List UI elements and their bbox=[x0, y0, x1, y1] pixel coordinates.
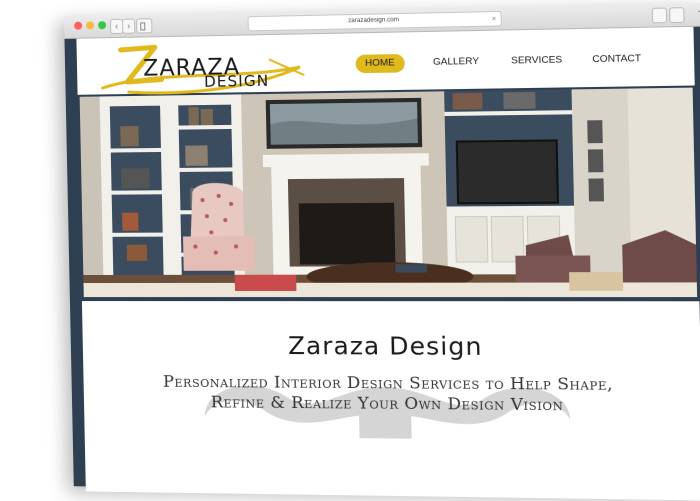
logo-line-2: DESIGN bbox=[204, 72, 270, 91]
hero-photo bbox=[80, 88, 698, 297]
tabs-icon[interactable] bbox=[669, 7, 685, 23]
sidebar-toggle-icon[interactable] bbox=[136, 18, 152, 33]
address-bar[interactable]: zarazadesign.com × bbox=[248, 11, 502, 31]
browser-window: ‹ › zarazadesign.com × + ZARAZA DESIGN H… bbox=[64, 2, 700, 495]
web-page: ZARAZA DESIGN HOME GALLERY SERVICES CONT… bbox=[64, 27, 700, 496]
url-text: zarazadesign.com bbox=[348, 17, 399, 24]
share-icon[interactable] bbox=[652, 7, 668, 23]
forward-button[interactable]: › bbox=[122, 19, 135, 34]
clear-icon[interactable]: × bbox=[491, 12, 496, 26]
tagline: Personalized Interior Design Services to… bbox=[143, 372, 634, 416]
close-window-button[interactable] bbox=[74, 22, 82, 30]
zoom-window-button[interactable] bbox=[98, 21, 106, 29]
site-header: ZARAZA DESIGN HOME GALLERY SERVICES CONT… bbox=[76, 27, 694, 97]
site-logo[interactable]: ZARAZA DESIGN bbox=[96, 36, 310, 98]
nav-home[interactable]: HOME bbox=[356, 54, 405, 73]
intro-section: Zaraza Design Personalized Interior Desi… bbox=[82, 301, 700, 500]
nav-services[interactable]: SERVICES bbox=[511, 51, 562, 71]
nav-contact[interactable]: CONTACT bbox=[592, 50, 641, 70]
living-room-image bbox=[80, 88, 698, 297]
nav-gallery[interactable]: GALLERY bbox=[433, 53, 479, 72]
minimize-window-button[interactable] bbox=[86, 21, 94, 29]
